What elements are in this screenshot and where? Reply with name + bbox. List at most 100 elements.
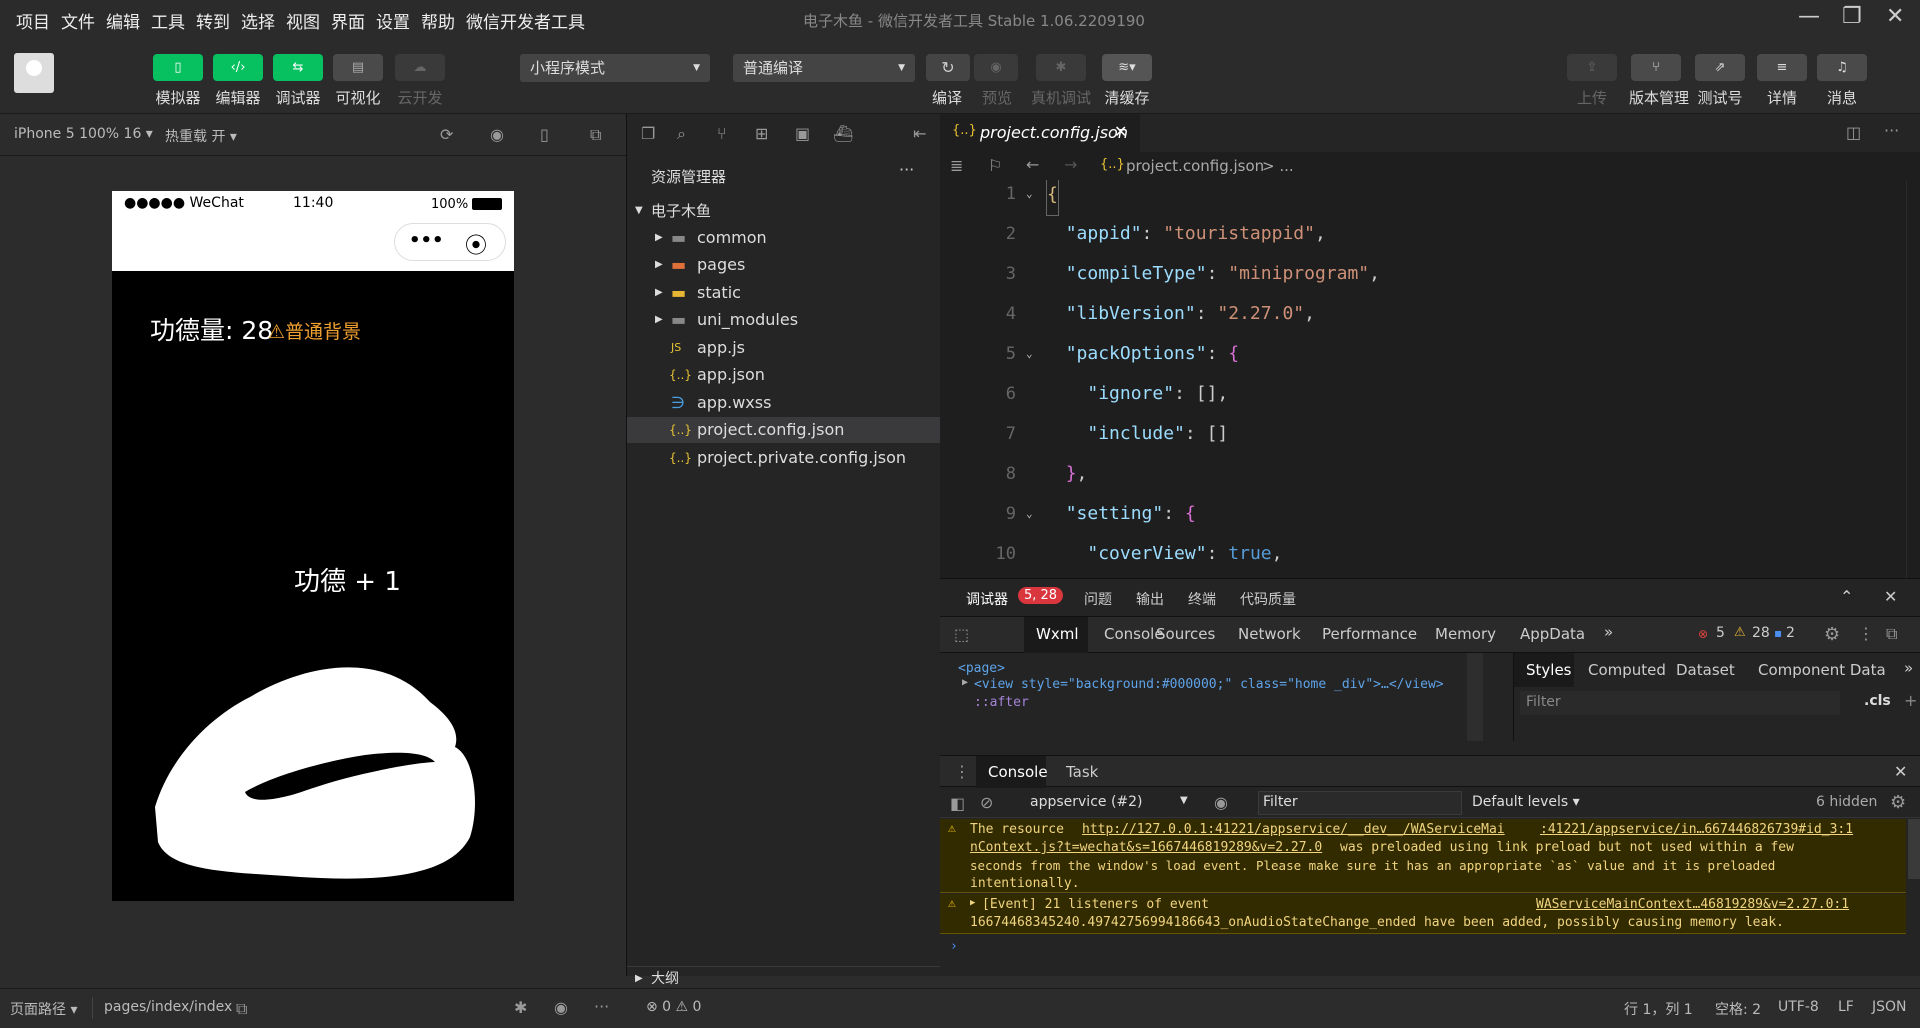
info-count[interactable]: 2: [1786, 625, 1795, 641]
plus-icon[interactable]: +: [1904, 691, 1917, 710]
tab-issues[interactable]: 问题: [1084, 589, 1112, 609]
breadcrumb-more[interactable]: > ...: [1262, 157, 1294, 175]
drawer-tab-task[interactable]: Task: [1066, 763, 1098, 781]
maximize-icon[interactable]: ❐: [1842, 4, 1862, 29]
eye-icon[interactable]: ◉: [554, 998, 568, 1017]
fold-icon[interactable]: ⌄: [1026, 494, 1033, 534]
msg-source-link[interactable]: :41221/appservice/in…667446826739#id_3:1: [1540, 822, 1853, 837]
simulator-toggle-button[interactable]: ▯: [153, 54, 203, 81]
mode-select[interactable]: 小程序模式 ▼: [520, 54, 710, 82]
tab-code-quality[interactable]: 代码质量: [1240, 589, 1296, 609]
wxml-scrollbar[interactable]: [1467, 653, 1483, 741]
preview-button[interactable]: ◉: [974, 54, 1018, 81]
avatar[interactable]: [14, 53, 54, 93]
more-icon[interactable]: •••: [409, 230, 444, 251]
console-warning-2[interactable]: ⚠ ▶ [Event] 21 listeners of event WAServ…: [940, 894, 1906, 934]
msg-link[interactable]: nContext.js?t=wechat&s=1667446819289&v=2…: [970, 840, 1322, 855]
editor-tab[interactable]: {..} project.config.json ✕: [940, 114, 1140, 152]
real-debug-button[interactable]: ✱: [1036, 54, 1086, 81]
visual-toggle-button[interactable]: ▤: [333, 54, 383, 81]
forward-arrow-icon[interactable]: →: [1064, 155, 1077, 174]
tree-item-project-config[interactable]: {..} project.config.json: [627, 417, 941, 443]
tree-item-project-private-config[interactable]: {..} project.private.config.json: [627, 445, 941, 471]
details-button[interactable]: ≡: [1757, 54, 1807, 81]
warning-count[interactable]: 28: [1752, 625, 1770, 641]
tab-output[interactable]: 输出: [1136, 589, 1164, 609]
compile-mode-select[interactable]: 普通编译 ▼: [733, 54, 915, 82]
code-area[interactable]: 1 ⌄{ 2 "appid": "touristappid", 3 "compil…: [940, 180, 1910, 578]
msg-source-link[interactable]: WAServiceMainContext…46819289&v=2.27.0:1: [1536, 897, 1849, 912]
messages-button[interactable]: ♫: [1817, 54, 1867, 81]
bookmark-icon[interactable]: ⚐: [988, 156, 1002, 175]
collapse-panel-icon[interactable]: ⇤: [913, 124, 926, 143]
context-select[interactable]: appservice (#2): [1030, 794, 1143, 810]
split-editor-icon[interactable]: ◫: [1846, 123, 1861, 142]
wxml-view-node[interactable]: <view style="background:#000000;" class=…: [974, 677, 1444, 692]
menu-file[interactable]: 文件: [61, 8, 95, 33]
drawer-tab-console[interactable]: Console: [988, 763, 1048, 781]
page-path-select[interactable]: 页面路径 ▾: [10, 999, 77, 1019]
bug-icon[interactable]: ✱: [514, 998, 527, 1017]
breadcrumb[interactable]: project.config.json: [1126, 157, 1264, 175]
menu-interface[interactable]: 界面: [331, 8, 365, 33]
search-icon[interactable]: ⌕: [677, 124, 686, 144]
phone-icon[interactable]: ▯: [540, 125, 549, 144]
files-icon[interactable]: ❐: [641, 124, 655, 143]
tab-memory[interactable]: Memory: [1435, 625, 1496, 643]
menu-goto[interactable]: 转到: [196, 8, 230, 33]
tab-component-data[interactable]: Component Data: [1758, 661, 1886, 679]
language-mode[interactable]: JSON: [1872, 999, 1907, 1015]
menu-project[interactable]: 项目: [16, 8, 50, 33]
minimize-icon[interactable]: —: [1798, 4, 1820, 29]
tab-dataset[interactable]: Dataset: [1676, 661, 1735, 679]
error-count[interactable]: 5: [1716, 625, 1725, 641]
popout-icon[interactable]: ⧉: [590, 125, 601, 145]
menu-settings[interactable]: 设置: [376, 8, 410, 33]
close-icon[interactable]: ✕: [1886, 4, 1904, 29]
encoding-setting[interactable]: UTF-8: [1778, 999, 1819, 1015]
inspect-icon[interactable]: ⬚: [954, 625, 969, 644]
wxml-after-node[interactable]: ::after: [974, 695, 1029, 710]
eol-setting[interactable]: LF: [1838, 999, 1854, 1015]
tab-terminal[interactable]: 终端: [1188, 589, 1216, 609]
source-control-icon[interactable]: ⑂: [717, 124, 727, 143]
compile-button[interactable]: ↻: [926, 54, 970, 81]
console-filter-input[interactable]: Filter: [1258, 791, 1462, 815]
close-tab-icon[interactable]: ✕: [1114, 122, 1127, 141]
wxml-page-node[interactable]: <page>: [958, 661, 1005, 676]
extensions-icon[interactable]: ⊞: [755, 124, 768, 143]
debugger-toggle-button[interactable]: ⇆: [273, 54, 323, 81]
test-account-button[interactable]: ⇗: [1695, 54, 1745, 81]
close-drawer-icon[interactable]: ✕: [1894, 762, 1907, 781]
background-toggle[interactable]: ⚠普通背景: [268, 317, 361, 344]
menu-wechat-devtools[interactable]: 微信开发者工具: [466, 8, 585, 33]
close-capsule-icon[interactable]: ⦿: [465, 228, 487, 260]
cursor-position[interactable]: 行 1，列 1: [1624, 999, 1693, 1019]
tab-console[interactable]: Console: [1104, 625, 1164, 643]
expand-icon[interactable]: ▶: [962, 677, 968, 688]
eye-icon[interactable]: ◉: [1214, 793, 1228, 812]
prompt-icon[interactable]: ›: [950, 939, 958, 954]
close-panel-icon[interactable]: ✕: [1884, 587, 1897, 606]
more-actions-icon[interactable]: ···: [1884, 121, 1899, 140]
list-icon[interactable]: ≣: [950, 156, 963, 175]
hot-reload-toggle[interactable]: 热重载 开 ▾: [165, 126, 237, 146]
copy-icon[interactable]: ⧉: [236, 999, 247, 1019]
back-arrow-icon[interactable]: ←: [1026, 155, 1039, 174]
tree-item-static[interactable]: ▶ ▬ static: [627, 280, 941, 306]
project-root[interactable]: ▼ 电子木鱼: [627, 198, 941, 224]
stop-icon[interactable]: ◉: [490, 125, 504, 144]
tree-item-pages[interactable]: ▶ ▬ pages: [627, 252, 941, 278]
wooden-fish-image[interactable]: [150, 657, 480, 887]
expand-icon[interactable]: ▶: [970, 898, 975, 908]
cloud-dev-button[interactable]: ☁: [395, 54, 445, 81]
more-actions-icon[interactable]: ···: [899, 160, 914, 179]
tab-styles[interactable]: Styles: [1526, 661, 1572, 679]
device-select[interactable]: iPhone 5 100% 16 ▾: [14, 126, 153, 142]
storage-icon[interactable]: ▣: [795, 124, 810, 143]
console-scrollbar[interactable]: [1908, 819, 1920, 879]
maximize-panel-icon[interactable]: ⌃: [1840, 587, 1853, 606]
tab-wxml[interactable]: Wxml: [1036, 625, 1079, 643]
tree-item-app-js[interactable]: JS app.js: [627, 335, 941, 361]
rotate-icon[interactable]: ⟳: [440, 125, 453, 144]
